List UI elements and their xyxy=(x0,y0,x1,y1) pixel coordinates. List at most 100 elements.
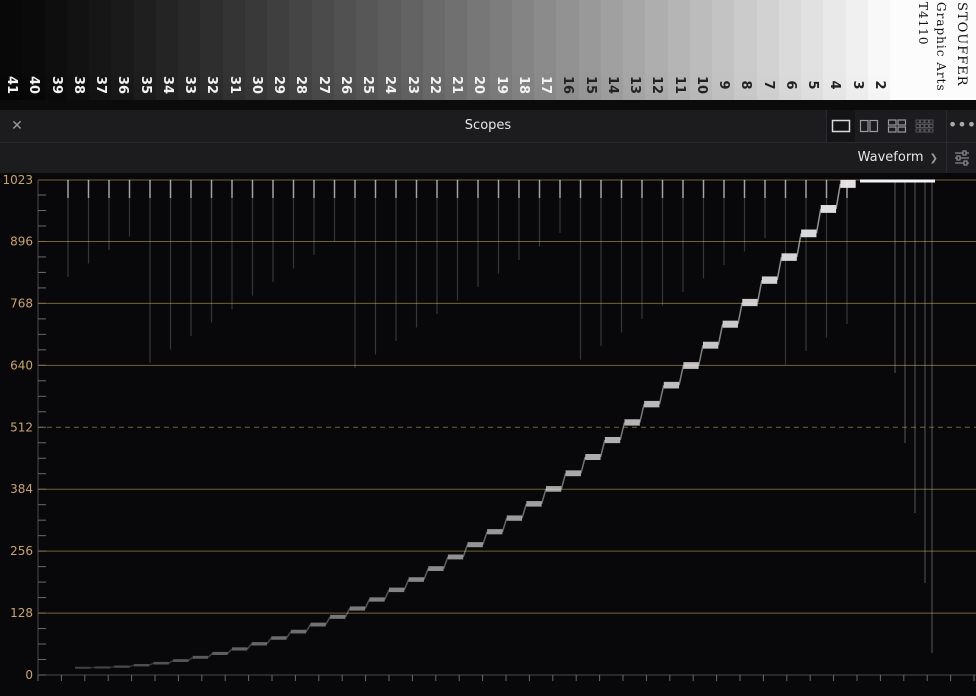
y-tick-label: 384 xyxy=(10,482,33,496)
wedge-step-number: 25 xyxy=(360,75,376,95)
wedge-step: 6 xyxy=(778,0,802,100)
step-trace xyxy=(212,651,228,655)
step-trace xyxy=(114,665,130,668)
step-riser xyxy=(756,279,763,303)
wedge-step-number: 9 xyxy=(716,80,732,90)
wedge-step-number: 36 xyxy=(115,75,131,95)
quad-view-button[interactable] xyxy=(883,110,911,142)
step-riser xyxy=(168,659,174,664)
wedge-step-number: 33 xyxy=(182,75,198,95)
step-riser xyxy=(246,643,253,650)
wedge-step: 12 xyxy=(645,0,669,100)
step-riser xyxy=(717,324,724,346)
graticule xyxy=(37,179,976,681)
waveform-scope[interactable]: 1023 896 768 640 512 384 256 128 0 xyxy=(0,173,976,696)
wedge-step: 2 xyxy=(867,0,891,100)
wedge-step: 29 xyxy=(267,0,291,100)
wedge-step-number: 31 xyxy=(226,75,242,95)
step-trace xyxy=(604,436,621,444)
step-trace xyxy=(232,647,248,651)
single-view-button[interactable] xyxy=(826,110,855,142)
step-trace xyxy=(742,298,758,307)
wedge-step-number: 20 xyxy=(471,75,487,95)
step-trace xyxy=(644,400,660,408)
wedge-step-number: 5 xyxy=(805,80,821,90)
step-trace xyxy=(801,229,817,238)
step-riser xyxy=(207,652,213,658)
scope-settings-button[interactable] xyxy=(946,143,976,173)
grid-view-button[interactable] xyxy=(911,110,939,142)
step-riser xyxy=(560,473,567,490)
wedge-step-number: 30 xyxy=(248,75,264,95)
wedge-step: 8 xyxy=(734,0,758,100)
brand-line3: T4110 xyxy=(916,2,930,46)
wedge-step-number: 29 xyxy=(271,75,287,95)
chevron-down-icon: ❯ xyxy=(929,153,938,164)
wedge-step: 34 xyxy=(155,0,179,100)
step-trace xyxy=(447,554,464,560)
step-trace xyxy=(565,470,581,477)
step-trace xyxy=(94,666,110,669)
step-trace xyxy=(290,629,307,634)
step-trace xyxy=(251,642,267,646)
wedge-step: 21 xyxy=(445,0,469,100)
step-trace xyxy=(663,381,680,389)
step-trace xyxy=(271,636,287,640)
wedge-step: 26 xyxy=(333,0,357,100)
two-up-view-button[interactable] xyxy=(855,110,883,142)
step-trace xyxy=(546,486,562,492)
wedge-step: 3 xyxy=(845,0,869,100)
step-trace xyxy=(703,341,719,349)
step-wedge-image: 41 40 39 38 37 36 35 34 33 32 31 30 29 28 27 26 25 24 23 22… xyxy=(0,0,976,100)
step-riser xyxy=(540,488,547,505)
wedge-step-number: 28 xyxy=(293,75,309,95)
scope-mode-label: Waveform xyxy=(857,150,924,165)
wedge-step-number: 16 xyxy=(560,75,576,95)
step-riser xyxy=(383,589,390,600)
step-trace xyxy=(408,577,424,582)
y-tick-label: 896 xyxy=(10,234,33,248)
step-riser xyxy=(639,403,645,423)
step-riser xyxy=(815,208,822,234)
wedge-step: 36 xyxy=(111,0,135,100)
wedge-step: 4 xyxy=(823,0,847,100)
wedge-step-number: 11 xyxy=(671,75,687,95)
step-riser xyxy=(835,183,842,210)
wedge-step: 40 xyxy=(22,0,46,100)
scope-mode-dropdown[interactable]: Waveform ❯ xyxy=(858,143,938,173)
step-riser xyxy=(442,556,449,569)
close-icon[interactable]: ✕ xyxy=(8,116,26,136)
wedge-step: 24 xyxy=(378,0,402,100)
wedge-step-number: 10 xyxy=(693,75,709,95)
wedge-step-number: 2 xyxy=(871,80,887,90)
wedge-step: 28 xyxy=(289,0,313,100)
wedge-step: 16 xyxy=(556,0,580,100)
wedge-step: 9 xyxy=(712,0,736,100)
y-tick-label: 640 xyxy=(10,358,33,372)
step-riser xyxy=(364,599,371,609)
more-options-icon[interactable]: ••• xyxy=(946,110,976,142)
brand-line1: STOUFFER xyxy=(954,2,969,87)
step-trace xyxy=(761,276,778,284)
wedge-step-number: 14 xyxy=(604,75,620,95)
step-riser xyxy=(305,624,312,633)
wedge-step: 11 xyxy=(667,0,691,100)
wedge-step-number: 34 xyxy=(159,75,175,95)
brand-line2: Graphic Arts xyxy=(934,2,948,92)
wedge-step-number: 41 xyxy=(4,75,20,95)
step-trace xyxy=(683,362,699,369)
wedge-step-number: 40 xyxy=(26,75,42,95)
wedge-step-number: 35 xyxy=(137,75,153,95)
wedge-step: 22 xyxy=(422,0,446,100)
y-tick-label: 512 xyxy=(10,420,33,434)
step-riser xyxy=(796,233,802,258)
step-riser xyxy=(129,664,135,668)
sliders-icon xyxy=(955,150,969,166)
wedge-step: 23 xyxy=(400,0,424,100)
y-tick-label: 768 xyxy=(10,296,33,310)
waveform-graph: 1023 896 768 640 512 384 256 128 0 xyxy=(2,173,976,682)
y-tick-label: 128 xyxy=(10,606,33,620)
wedge-step: 32 xyxy=(200,0,224,100)
step-riser xyxy=(521,503,528,519)
wedge-step: 41 xyxy=(0,0,24,100)
